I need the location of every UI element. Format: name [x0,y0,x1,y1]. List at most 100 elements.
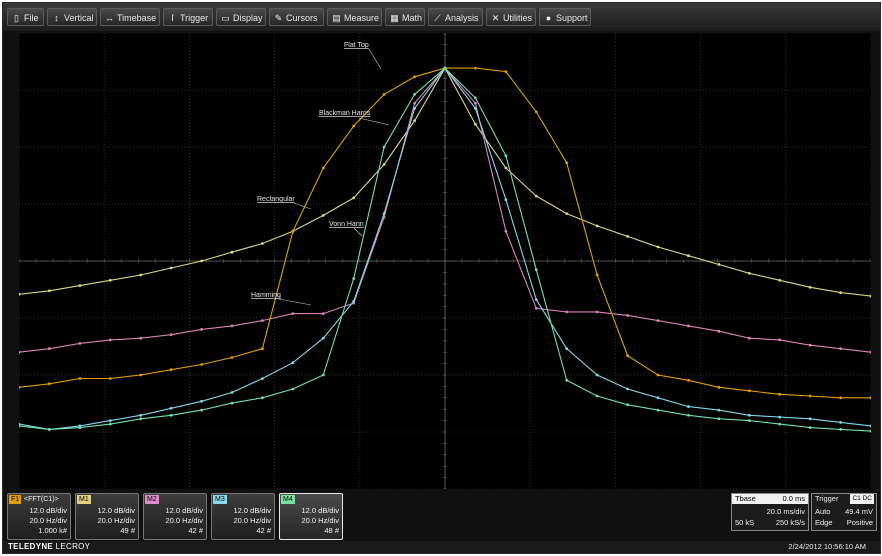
trace-label-rectangular: Rectangular [257,196,295,203]
trace-point-rectangular [869,294,873,298]
timebase-descriptor[interactable]: Tbase 0.0 ms 20.0 ms/div 50 kS 250 kS/s [731,493,809,531]
trace-label-flat-top: Flat Top [344,42,369,49]
trace-point-vonn-hann [321,336,325,340]
trace-point-blackman-harris [808,426,812,429]
descriptor-m4[interactable]: M4 12.0 dB/div 20.0 Hz/div 48 # [279,493,343,540]
descriptor-m3[interactable]: M3 12.0 dB/div 20.0 Hz/div 42 # [211,493,275,540]
trace-point-vonn-hann [169,406,173,410]
descriptor-line1: 12.0 dB/div [29,506,67,515]
display-icon: ▭ [221,13,230,23]
descriptor-tag: M1 [77,495,91,504]
trace-point-rectangular [474,122,477,126]
vertical-menu-button[interactable]: ↕ Vertical [47,8,97,26]
trace-label-group: Flat Top Blackman Harris Rectangular Von… [251,42,390,306]
timebase-icon: ↔ [105,13,114,23]
support-menu-button[interactable]: ● Support [539,8,591,26]
trace-point-rectangular [78,284,82,287]
descriptor-line1: 12.0 dB/div [97,506,135,515]
trace-point-blackman-harris [565,378,569,382]
descriptor-source: <FFT(C1)> [24,496,59,503]
trace-label-blackman-harris: Blackman Harris [319,110,371,117]
waveform-grid[interactable]: Flat Top Blackman Harris Rectangular Von… [17,32,873,490]
vertical-icon: ↕ [54,13,59,23]
trace-point-blackman-harris [504,154,508,158]
trace-point-blackman-harris [200,408,204,412]
descriptor-f1[interactable]: F1 <FFT(C1)> 12.0 dB/div 20.0 Hz/div 1.000 k… [7,493,71,540]
descriptor-line2: 20.0 Hz/div [97,516,135,525]
fft-plot: Flat Top Blackman Harris Rectangular Von… [17,32,873,490]
trace-point-blackman-harris [687,413,690,417]
descriptor-line2: 20.0 Hz/div [301,516,339,525]
trace-point-hamming [321,312,325,315]
trace-point-blackman-harris [352,277,356,280]
timebase-menu-button[interactable]: ↔ Timebase [100,8,160,26]
measure-icon: ▤ [332,13,341,23]
trace-point-vonn-hann [108,419,112,422]
analysis-menu-button[interactable]: ⟋ Analysis [428,8,483,26]
trace-point-rectangular [108,278,112,282]
trace-point-flat-top [869,396,873,400]
utilities-menu-button[interactable]: ✕ Utilities [486,8,536,26]
trace-point-blackman-harris [321,373,325,377]
trace-point-blackman-harris [78,426,82,429]
descriptor-line3: 42 # [256,526,271,535]
trace-point-rectangular [656,245,660,249]
trace-point-flat-top [200,363,204,366]
trace-point-blackman-harris [595,394,599,398]
descriptor-m2[interactable]: M2 12.0 dB/div 20.0 Hz/div 42 # [143,493,207,540]
measure-menu-button[interactable]: ▤ Measure [327,8,382,26]
trace-point-flat-top [48,382,51,386]
trace-point-flat-top [352,124,356,128]
trace-label-vonn-hann: Vonn Hann [329,221,364,228]
trace-point-hamming [839,347,842,351]
display-menu-button[interactable]: ▭ Display [216,8,266,26]
trigger-icon: ſ [171,13,174,23]
trace-point-hamming [504,229,508,233]
menu-bar: ▯ File ↕ Vertical ↔ Timebase ſ Trigger ▭ Disp… [3,3,880,31]
math-menu-button[interactable]: ▦ Math [385,8,425,26]
trace-point-hamming [48,347,51,351]
trace-point-hamming [717,329,721,333]
trace-point-rectangular [261,242,264,245]
trace-point-rectangular [839,291,842,294]
trigger-descriptor[interactable]: Trigger C1 DC Auto 49.4 mV Edge Positive [811,493,877,531]
trace-point-hamming [595,310,599,314]
trace-point-flat-top [78,377,82,380]
trace-point-flat-top [261,347,264,351]
trace-point-rectangular [413,119,416,123]
trace-point-vonn-hann [839,421,842,424]
trace-point-hamming [78,342,82,345]
trace-point-blackman-harris [108,422,112,426]
trace-point-flat-top [839,396,842,400]
trace-point-blackman-harris [169,413,173,417]
trace-point-vonn-hann [869,424,873,428]
trigger-menu-button[interactable]: ſ Trigger [163,8,213,26]
cursors-menu-button[interactable]: ✎ Cursors [269,8,324,26]
date-time: 2/24/2012 10:56:10 AM [788,542,866,551]
trace-point-flat-top [169,368,173,372]
trace-point-rectangular [626,235,629,238]
descriptor-line1: 12.0 dB/div [165,506,203,515]
file-menu-button[interactable]: ▯ File [7,8,44,26]
trace-point-blackman-harris [413,93,416,96]
trace-point-rectangular [169,266,173,270]
trace-point-vonn-hann [261,377,264,380]
trace-point-flat-top [534,110,538,114]
trace-point-flat-top [778,392,782,396]
brand-logo: TELEDYNE LECROY [8,542,91,551]
trace-point-vonn-hann [200,399,204,403]
leader-rectangular [293,202,312,210]
descriptor-m1[interactable]: M1 12.0 dB/div 20.0 Hz/div 49 # [75,493,139,540]
trigger-title: Trigger [815,494,839,503]
leader-hamming [278,298,312,306]
trace-point-hamming [534,307,538,310]
descriptor-tag: F1 [9,495,22,504]
descriptor-line3: 42 # [188,526,203,535]
descriptor-line1: 12.0 dB/div [301,506,339,515]
trace-point-flat-top [504,70,508,73]
descriptor-tag: M2 [145,495,159,504]
timebase-sample-rate: 250 kS/s [775,518,805,527]
trace-point-rectangular [808,285,812,289]
descriptor-line3: 1.000 k# [38,526,67,535]
trace-point-blackman-harris [839,428,842,431]
